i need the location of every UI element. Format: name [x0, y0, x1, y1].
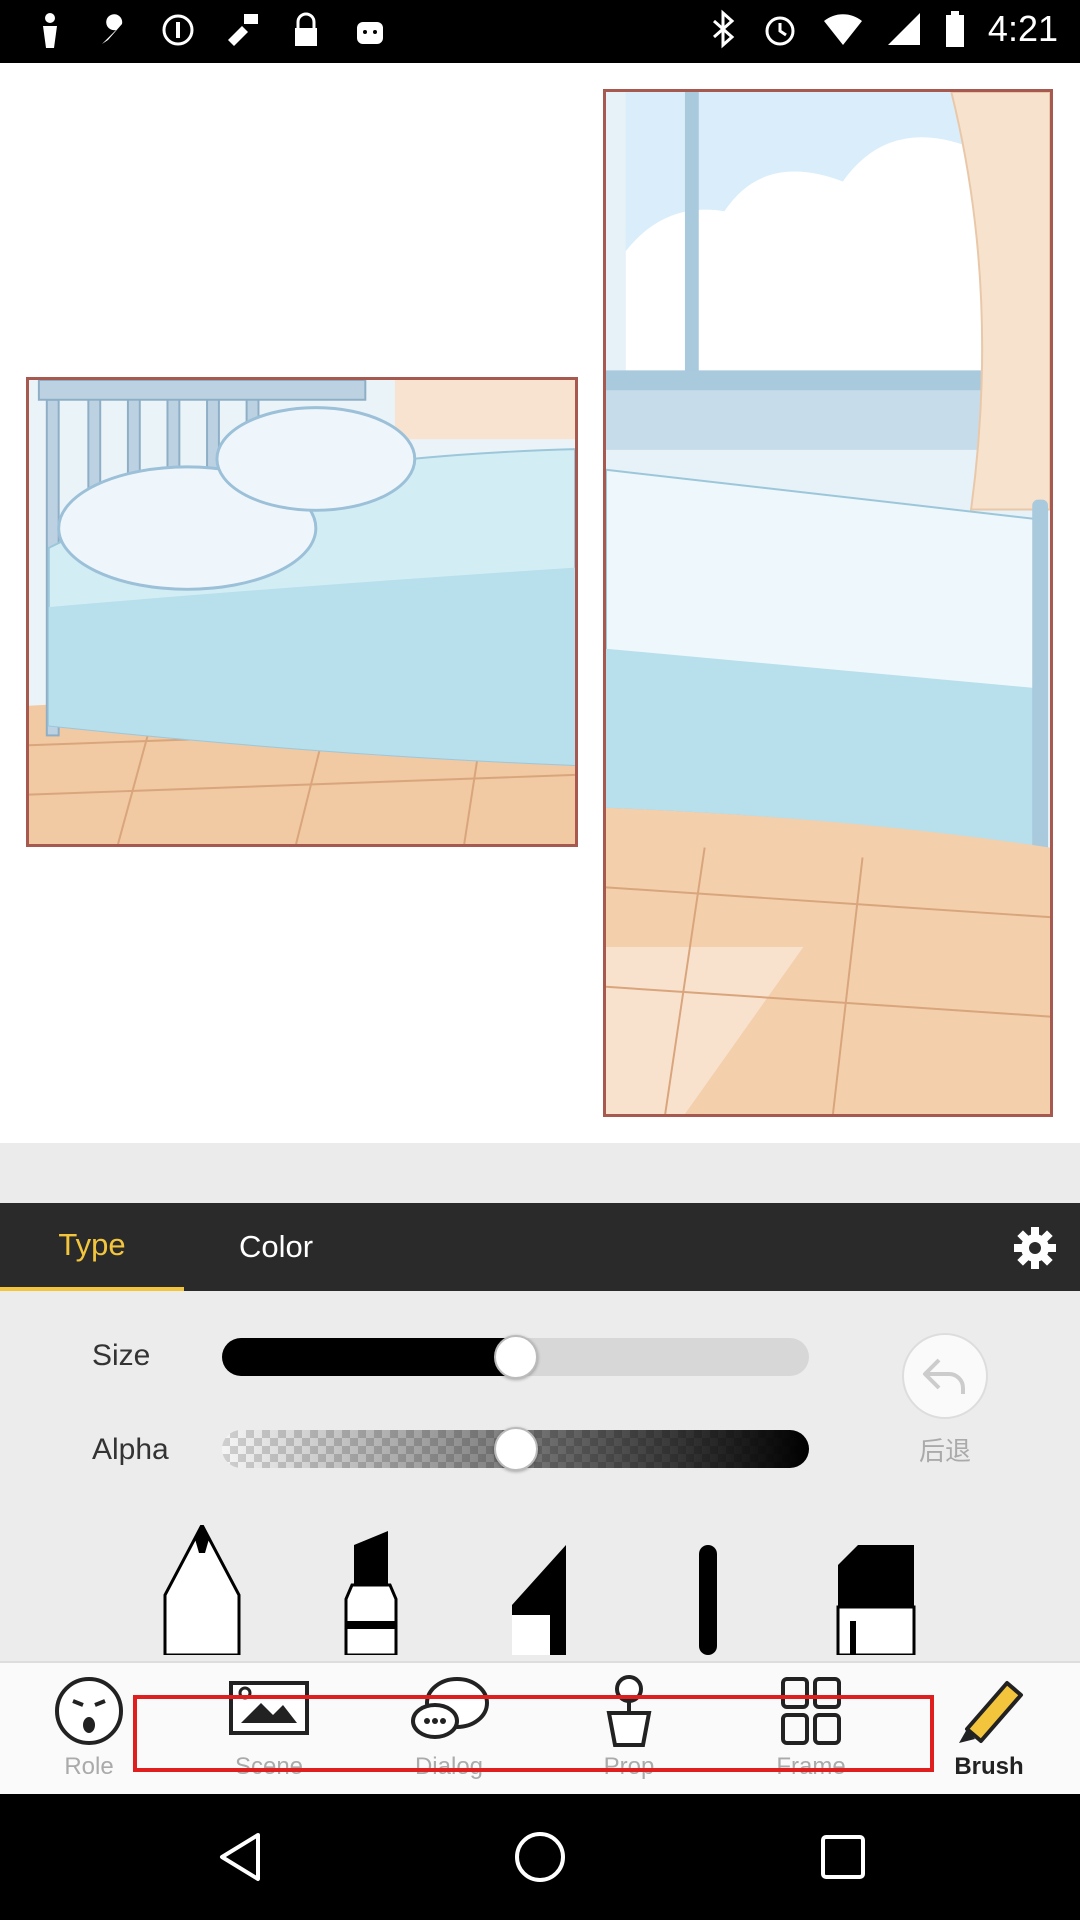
- status-time: 4:21: [987, 8, 1058, 49]
- back-button[interactable]: [212, 1829, 268, 1885]
- chisel-brush-button[interactable]: [494, 1525, 584, 1655]
- bed-illustration: [29, 380, 575, 844]
- nav-role-label: Role: [64, 1753, 114, 1780]
- eraser-icon: [836, 1545, 916, 1657]
- round-brush-icon: [699, 1545, 717, 1655]
- marker-icon: [344, 1531, 398, 1657]
- alpha-slider-thumb[interactable]: [493, 1427, 538, 1471]
- fake-gps-icon: [222, 10, 262, 50]
- status-bar: 4:21: [0, 0, 1080, 63]
- comic-canvas[interactable]: [0, 63, 1080, 1143]
- recents-button[interactable]: [815, 1829, 871, 1885]
- home-button[interactable]: [512, 1829, 568, 1885]
- wifi-icon: [823, 14, 862, 45]
- size-slider-thumb[interactable]: [493, 1335, 538, 1379]
- gear-icon: [1014, 1227, 1056, 1269]
- marker-brush-button[interactable]: [326, 1525, 416, 1657]
- undo-label: 后退: [918, 1437, 971, 1467]
- lock-icon: [286, 10, 326, 50]
- bedroom-bed-panel[interactable]: [26, 377, 578, 847]
- bedroom-window-panel[interactable]: [603, 89, 1053, 1117]
- brush-settings: Size Alpha 后退: [0, 1291, 1080, 1661]
- tab-type[interactable]: Type: [0, 1203, 184, 1291]
- wrench-icon: [94, 10, 134, 50]
- alpha-label: Alpha: [92, 1433, 169, 1466]
- system-navigation-bar: [0, 1794, 1080, 1920]
- android-icon: [350, 10, 390, 50]
- highlight-box: [133, 1695, 934, 1772]
- alarm-icon: [765, 16, 795, 46]
- info-icon: [158, 10, 198, 50]
- nav-brush[interactable]: Brush: [924, 1673, 1054, 1789]
- surprised-face-icon: [55, 1677, 123, 1745]
- settings-button[interactable]: [1012, 1225, 1058, 1271]
- tab-color[interactable]: Color: [184, 1203, 368, 1291]
- bluetooth-icon: [712, 9, 735, 49]
- pencil-brush-button[interactable]: [157, 1521, 247, 1657]
- eraser-brush-button[interactable]: [832, 1525, 922, 1657]
- undo-button[interactable]: [902, 1333, 988, 1419]
- window-bed-illustration: [606, 92, 1050, 1114]
- round-brush-button[interactable]: [663, 1525, 753, 1655]
- highlighter-icon: [959, 1681, 1023, 1743]
- pencil-icon: [163, 1521, 241, 1657]
- undo-icon: [923, 1358, 965, 1394]
- nav-brush-label: Brush: [954, 1753, 1024, 1780]
- person-icon: [30, 10, 70, 50]
- size-slider-fill: [222, 1338, 516, 1376]
- status-right-icons: 4:21: [708, 8, 1058, 50]
- size-label: Size: [92, 1339, 151, 1372]
- status-left-icons: [30, 10, 390, 50]
- chisel-icon: [512, 1545, 566, 1655]
- signal-icon: [887, 13, 920, 45]
- battery-icon: [945, 11, 964, 47]
- brush-tab-bar: Type Color: [0, 1203, 1080, 1291]
- canvas-divider: [0, 1143, 1080, 1203]
